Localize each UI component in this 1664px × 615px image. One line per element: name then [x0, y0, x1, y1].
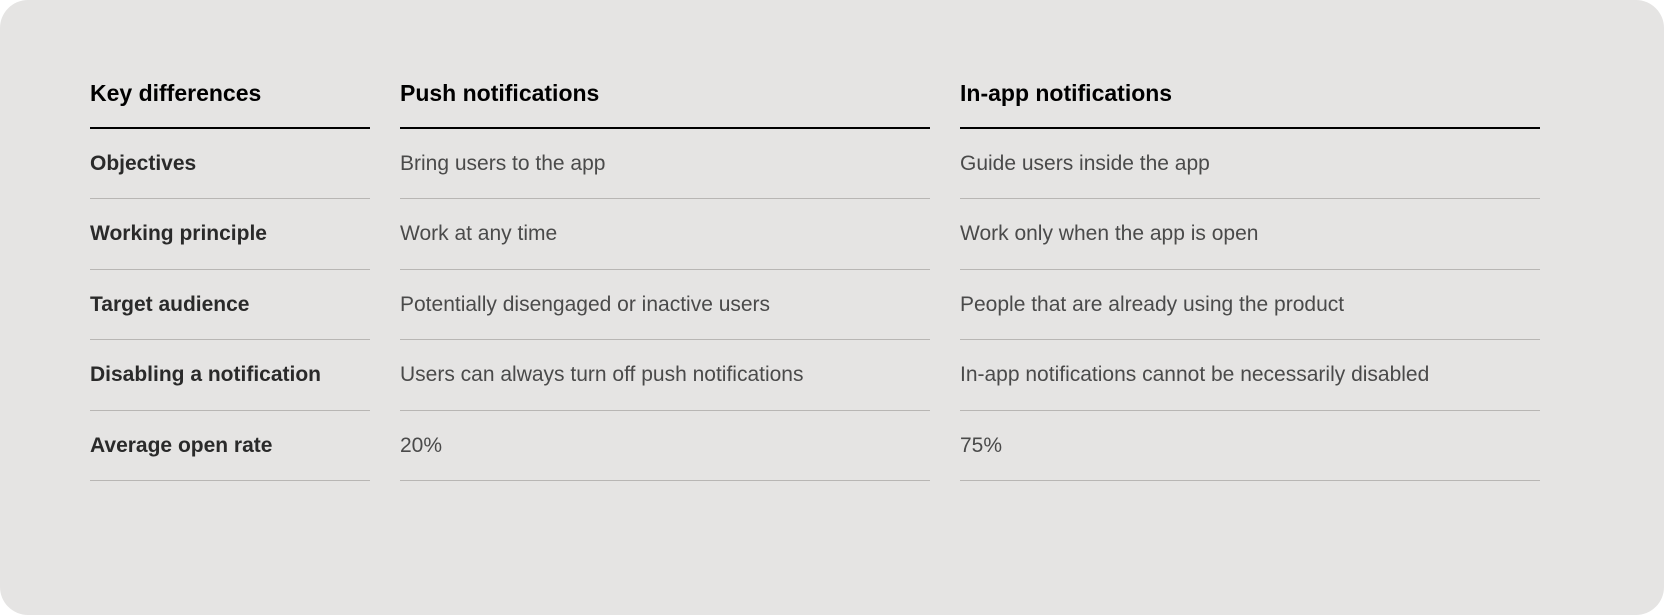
row-value: 75%: [960, 411, 1540, 481]
column-push-notifications: Push notifications Bring users to the ap…: [400, 80, 930, 481]
row-value: Potentially disengaged or inactive users: [400, 270, 930, 340]
comparison-table: Key differences Objectives Working princ…: [90, 80, 1574, 481]
header-push-notifications: Push notifications: [400, 80, 930, 129]
row-value: People that are already using the produc…: [960, 270, 1540, 340]
row-value: Work at any time: [400, 199, 930, 269]
header-inapp-notifications: In-app notifications: [960, 80, 1540, 129]
row-label: Target audience: [90, 270, 370, 340]
row-label: Working principle: [90, 199, 370, 269]
column-key-differences: Key differences Objectives Working princ…: [90, 80, 370, 481]
row-value: Guide users inside the app: [960, 129, 1540, 199]
row-value: 20%: [400, 411, 930, 481]
comparison-card: Key differences Objectives Working princ…: [0, 0, 1664, 615]
header-key-differences: Key differences: [90, 80, 370, 129]
row-value: Users can always turn off push notificat…: [400, 340, 930, 410]
row-label: Disabling a notification: [90, 340, 370, 410]
row-label: Average open rate: [90, 411, 370, 481]
row-label: Objectives: [90, 129, 370, 199]
column-inapp-notifications: In-app notifications Guide users inside …: [960, 80, 1540, 481]
row-value: Work only when the app is open: [960, 199, 1540, 269]
row-value: In-app notifications cannot be necessari…: [960, 340, 1540, 410]
row-value: Bring users to the app: [400, 129, 930, 199]
